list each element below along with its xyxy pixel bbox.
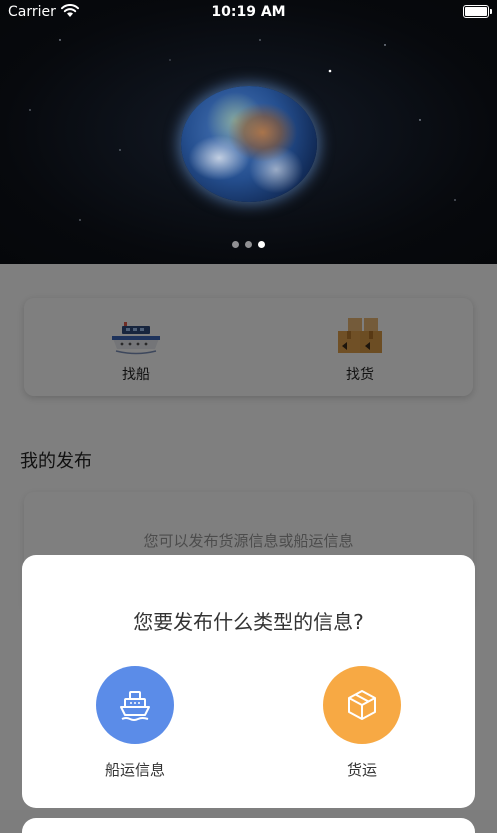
- banner-carousel[interactable]: [0, 0, 497, 264]
- carousel-dot[interactable]: [232, 241, 239, 248]
- ship-icon: [120, 691, 150, 721]
- dialog-title: 您要发布什么类型的信息?: [133, 610, 364, 634]
- next-sheet-peek: [22, 818, 475, 833]
- freight-option[interactable]: 货运: [302, 666, 422, 780]
- clock: 10:19 AM: [211, 4, 286, 20]
- earth-image: [181, 86, 317, 202]
- carousel-dot-active[interactable]: [258, 241, 265, 248]
- ship-info-option[interactable]: 船运信息: [75, 666, 195, 780]
- package-box-icon: [348, 690, 376, 720]
- freight-label: 货运: [346, 761, 377, 779]
- publish-type-dialog: 您要发布什么类型的信息? 船运信息 货运: [22, 555, 475, 808]
- battery-icon: [463, 5, 492, 18]
- ship-info-label: 船运信息: [104, 761, 165, 779]
- status-bar: Carrier 10:19 AM: [0, 0, 497, 26]
- carousel-indicator: [0, 241, 497, 248]
- freight-option-circle[interactable]: [323, 666, 401, 744]
- carousel-dot[interactable]: [245, 241, 252, 248]
- ship-option-circle[interactable]: [96, 666, 174, 744]
